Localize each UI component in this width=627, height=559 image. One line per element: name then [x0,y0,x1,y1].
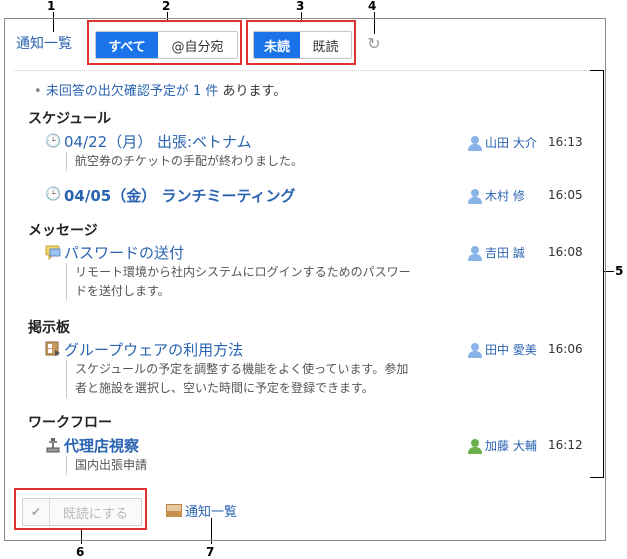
user-link-1[interactable]: 木村 修 [468,187,525,204]
user-link-4[interactable]: 加藤 大輔 [468,437,537,454]
item-body-2: リモート環境から社内システムにログインするためのパスワードを送付します。 [66,263,415,301]
user-link-0[interactable]: 山田 大介 [468,134,537,151]
bulletin-icon [45,341,61,357]
time-2: 16:08 [548,245,583,259]
item-title-4[interactable]: 代理店視察 [64,435,139,456]
clock-icon: 🕒 [45,187,62,202]
item-title-2[interactable]: パスワードの送付 [64,242,184,263]
time-0: 16:13 [548,135,583,149]
section-workflow: ワークフロー [28,415,112,431]
user-name-4[interactable]: 加藤 大輔 [485,437,537,454]
item-body-4: 国内出張申請 [66,456,415,475]
tray-icon [166,504,182,517]
item-title-1[interactable]: 04/05（金） ランチミーティング [64,185,296,206]
user-link-2[interactable]: 吉田 誠 [468,244,525,261]
unanswered-link[interactable]: 未回答の出欠確認予定が 1 件 [46,84,219,99]
callout-bracket-5 [590,70,604,478]
mark-read-button[interactable]: ✔ 既読にする [22,498,142,526]
callout-1: 1 [47,0,56,13]
section-bulletin: 掲示板 [28,320,70,336]
user-icon [468,245,482,261]
time-3: 16:06 [548,342,583,356]
unanswered-notice: • 未回答の出欠確認予定が 1 件 あります。 [34,80,286,99]
unanswered-suffix: あります。 [222,84,287,99]
user-name-2[interactable]: 吉田 誠 [485,244,525,261]
read-state-toggle: 未読 既読 [253,31,352,59]
footer-notification-list-link[interactable]: 通知一覧 [166,501,237,520]
item-title-0[interactable]: 04/22（月） 出張:ベトナム [64,131,252,152]
section-schedule: スケジュール [28,111,112,127]
user-icon [468,188,482,204]
check-icon: ✔ [23,499,50,525]
mark-read-label: 既読にする [62,506,129,522]
speech-bubble-icon [45,244,61,261]
unread-button[interactable]: 未読 [254,32,300,58]
callout-6: 6 [76,545,85,559]
item-title-3[interactable]: グループウェアの利用方法 [64,339,243,360]
user-link-3[interactable]: 田中 愛美 [468,341,537,358]
section-message: メッセージ [28,223,98,239]
user-icon [468,342,482,358]
bullet: • [34,84,42,99]
filter-mine-button[interactable]: @自分宛 [158,32,237,58]
callout-4: 4 [368,0,377,13]
time-1: 16:05 [548,188,583,202]
user-name-1[interactable]: 木村 修 [485,187,525,204]
item-body-0: 航空券のチケットの手配が終わりました。 [66,152,415,171]
callout-5: 5 [615,264,624,278]
refresh-icon[interactable]: ↻ [366,36,382,52]
workflow-icon [45,437,61,453]
footer-list-label[interactable]: 通知一覧 [185,501,237,520]
callout-7: 7 [206,545,215,559]
user-name-0[interactable]: 山田 大介 [485,134,537,151]
time-4: 16:12 [548,438,583,452]
filter-all-button[interactable]: すべて [96,32,158,58]
user-icon [468,438,482,454]
notification-list-link[interactable]: 通知一覧 [16,33,72,53]
clock-arrow-icon: 🕒 [45,134,62,149]
item-body-3: スケジュールの予定を調整する機能をよく使っています。参加者と施設を選択し、空いた… [66,360,415,398]
user-icon [468,135,482,151]
filter-toggle: すべて @自分宛 [95,31,238,59]
divider [14,70,589,71]
user-name-3[interactable]: 田中 愛美 [485,341,537,358]
read-button[interactable]: 既読 [300,32,351,58]
